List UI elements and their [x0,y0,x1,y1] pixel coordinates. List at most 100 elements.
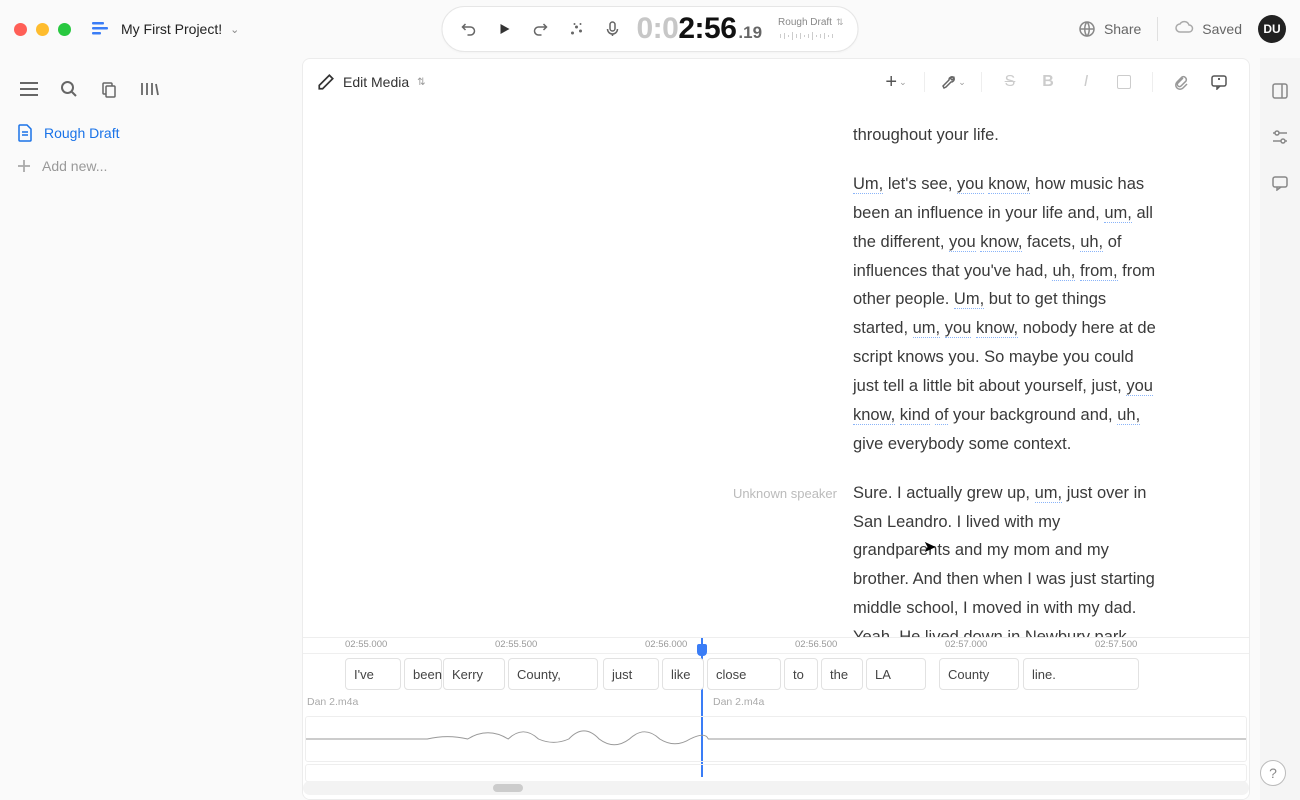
microphone-icon[interactable] [600,17,624,41]
saved-indicator: Saved [1174,20,1242,38]
sidebar-doc-label: Rough Draft [44,125,119,141]
sidebar-doc-rough-draft[interactable]: Rough Draft [0,116,302,150]
transcript-text[interactable]: Um, let's see, you know, how music has b… [853,170,1159,459]
filler-word[interactable]: you [1126,377,1153,396]
speaker-label[interactable]: Unknown speaker [733,486,837,501]
timeline-word[interactable]: County, [508,658,598,690]
filler-word[interactable]: you [949,233,976,252]
filler-word[interactable]: know, [980,233,1022,252]
add-new-label: Add new... [42,158,107,174]
track-label: Dan 2.m4a [713,696,764,708]
window-close[interactable] [14,23,27,36]
window-minimize[interactable] [36,23,49,36]
filler-word[interactable]: you [957,175,984,194]
filler-word[interactable]: know, [976,319,1018,338]
ruler-tick: 02:57.000 [945,639,987,650]
separator [924,72,925,92]
ruler-tick: 02:55.000 [345,639,387,650]
transcript-text[interactable]: throughout your life. [853,121,999,150]
separator [981,72,982,92]
share-label: Share [1104,21,1141,37]
edit-media-label: Edit Media [343,74,409,90]
timeline-word[interactable]: County [939,658,1019,690]
project-menu-chevron-icon[interactable]: ⌄ [230,23,239,36]
filler-word[interactable]: uh, [1080,233,1103,252]
italic-button[interactable]: I [1070,66,1102,98]
timecode-main: 2:56 [678,12,736,46]
filler-word[interactable]: um, [913,319,941,338]
effects-icon[interactable] [564,17,588,41]
filler-word[interactable]: um, [1035,484,1063,503]
scrollbar-thumb[interactable] [493,784,523,792]
filler-word[interactable]: uh, [1117,406,1140,425]
timeline-scrollbar[interactable] [303,781,1249,795]
ruler-tick: 02:55.500 [495,639,537,650]
filler-word[interactable]: Um, [853,175,883,194]
timecode-frames: .19 [738,23,762,43]
word-track[interactable]: I'vebeenKerryCounty,justlikeclosetotheLA… [303,658,1249,692]
timecode-hours: 0:0 [636,12,678,46]
timeline-word[interactable]: to [784,658,818,690]
filler-word[interactable]: know, [988,175,1030,194]
bold-button[interactable]: B [1032,66,1064,98]
track-label: Dan 2.m4a [307,696,358,708]
search-icon[interactable] [56,76,82,102]
timeline-word[interactable]: been [404,658,442,690]
ruler-tick: 02:56.000 [645,639,687,650]
filler-word[interactable]: kind [900,406,930,425]
project-title[interactable]: My First Project! [121,21,222,37]
help-button[interactable]: ? [1260,760,1286,786]
share-button[interactable]: Share [1078,20,1141,38]
ruler-tick: 02:56.500 [795,639,837,650]
waveform-track[interactable] [305,716,1247,762]
strikethrough-button[interactable]: S [994,66,1026,98]
draft-badge-chevron-icon[interactable]: ⇅ [836,17,844,28]
properties-panel-icon[interactable] [1267,78,1293,104]
settings-sliders-icon[interactable] [1267,124,1293,150]
edit-media-chevron-icon: ⇅ [417,77,425,88]
timeline[interactable]: 02:55.000 02:55.500 02:56.000 02:56.500 02:5… [303,637,1249,799]
filler-word[interactable]: you [945,319,972,338]
redo-button[interactable] [528,17,552,41]
edit-media-dropdown[interactable]: Edit Media ⇅ [317,73,426,91]
hamburger-icon[interactable] [16,76,42,102]
timeline-word[interactable]: just [603,658,659,690]
plus-icon [16,158,32,174]
secondary-track[interactable] [305,764,1247,782]
timeline-word[interactable]: like [662,658,704,690]
add-button[interactable]: +⌄ [880,66,912,98]
timecode-display: 0:0 2:56 .19 [636,12,762,46]
timeline-ruler[interactable]: 02:55.000 02:55.500 02:56.000 02:56.500 02:5… [303,638,1249,654]
separator [1152,72,1153,92]
comment-button[interactable] [1203,66,1235,98]
library-icon[interactable] [136,76,162,102]
divider [1157,17,1158,41]
timeline-word[interactable]: Kerry [443,658,505,690]
attachment-button[interactable] [1165,66,1197,98]
comments-panel-icon[interactable] [1267,170,1293,196]
filler-word[interactable]: Um, [954,290,984,309]
undo-button[interactable] [456,17,480,41]
timeline-word[interactable]: close [707,658,781,690]
filler-word[interactable]: uh, [1052,262,1075,281]
play-button[interactable] [492,17,516,41]
highlight-button[interactable] [1108,66,1140,98]
timeline-word[interactable]: the [821,658,863,690]
mini-waveform-icon [778,30,836,42]
filler-word[interactable]: um, [1104,204,1132,223]
window-zoom[interactable] [58,23,71,36]
filler-word[interactable]: of [935,406,949,425]
timeline-word[interactable]: line. [1023,658,1139,690]
add-new-button[interactable]: Add new... [0,150,302,182]
pencil-icon [317,73,335,91]
user-avatar[interactable]: DU [1258,15,1286,43]
timeline-word[interactable]: I've [345,658,401,690]
copy-icon[interactable] [96,76,122,102]
wrench-button[interactable]: ⌄ [937,66,969,98]
filler-word[interactable]: from, [1080,262,1118,281]
transcript-text[interactable]: Sure. I actually grew up, um, just over … [853,479,1159,637]
document-icon [16,124,34,142]
timeline-word[interactable]: LA [866,658,926,690]
draft-badge-label[interactable]: Rough Draft [778,17,832,28]
filler-word[interactable]: know, [853,406,895,425]
